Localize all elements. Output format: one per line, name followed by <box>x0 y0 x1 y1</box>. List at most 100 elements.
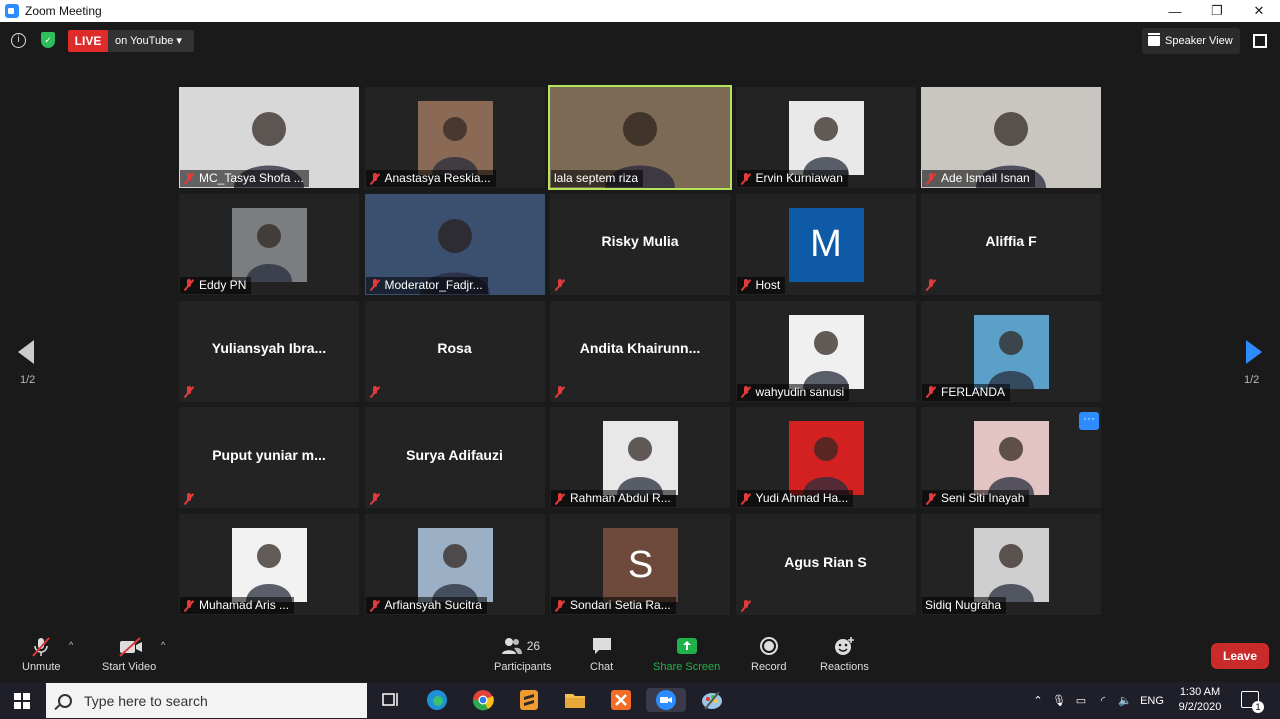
notifications-icon[interactable]: 1 <box>1241 691 1264 713</box>
participant-display-name: Seni Siti Inayah <box>941 491 1025 506</box>
participant-tile[interactable]: Arfiansyah Sucitra <box>364 514 545 615</box>
record-button[interactable]: Record <box>751 636 786 673</box>
participant-tile[interactable]: Aliffia F <box>921 193 1101 295</box>
encryption-shield-icon[interactable]: ✓ <box>41 32 55 48</box>
video-options-caret-icon[interactable]: ^ <box>161 640 165 650</box>
participant-tile[interactable]: Eddy PN <box>179 193 359 295</box>
record-icon <box>758 636 780 656</box>
participant-tile[interactable]: wahyudin sanusi <box>735 300 916 402</box>
muted-mic-icon <box>369 279 381 291</box>
participant-label: Host <box>736 276 786 294</box>
participant-tile[interactable]: Muhamad Aris ... <box>179 514 359 615</box>
participant-display-name: Anastasya Reskia... <box>384 171 491 185</box>
participant-label: Sidiq Nugraha <box>922 597 1007 614</box>
participant-tile[interactable]: Ervin Kurniawan <box>735 87 916 188</box>
participant-label: lala septem riza <box>551 170 644 187</box>
participant-tile[interactable]: Puput yuniar m... <box>179 407 359 509</box>
participant-label: FERLANDA <box>922 383 1011 401</box>
participant-label: Ervin Kurniawan <box>736 170 848 187</box>
chrome-browser-icon[interactable] <box>470 688 496 712</box>
paint-app-icon[interactable] <box>699 688 725 712</box>
participant-tile[interactable]: Agus Rian S <box>735 514 916 615</box>
minimize-button[interactable]: — <box>1154 0 1196 22</box>
muted-mic-icon <box>369 492 381 505</box>
muted-mic-icon <box>925 172 937 185</box>
windows-taskbar: Type here to search ⌃ 🎙 ▭ ◜ 🔈 ENG 1:30 A… <box>0 682 1280 719</box>
participant-tile[interactable]: Risky Mulia <box>550 193 730 295</box>
taskbar-search-input[interactable]: Type here to search <box>46 683 367 718</box>
participants-button[interactable]: 26 Participants <box>494 636 551 673</box>
start-video-button[interactable]: Start Video <box>102 636 156 673</box>
more-options-button[interactable]: ··· <box>1079 412 1099 431</box>
close-button[interactable]: ✕ <box>1238 0 1280 22</box>
search-placeholder: Type here to search <box>84 692 208 709</box>
wifi-icon[interactable]: ◜ <box>1092 694 1114 707</box>
participant-tile[interactable]: FERLANDA <box>921 300 1101 402</box>
speaker-view-label: Speaker View <box>1165 35 1233 47</box>
participant-tile[interactable]: Rosa <box>364 300 545 402</box>
xampp-icon[interactable] <box>608 688 634 712</box>
chat-icon <box>591 636 613 656</box>
participant-tile[interactable]: Andita Khairunn... <box>550 300 730 402</box>
participant-display-name: Muhamad Aris ... <box>199 598 290 612</box>
reactions-button[interactable]: Reactions <box>820 636 869 673</box>
fullscreen-icon[interactable] <box>1253 34 1267 48</box>
participant-tile[interactable]: Moderator_Fadjr... <box>364 193 545 295</box>
taskbar-clock[interactable]: 1:30 AM 9/2/2020 <box>1168 685 1232 715</box>
next-page-arrow-icon[interactable] <box>1246 340 1262 364</box>
participant-display-name: Eddy PN <box>199 277 247 292</box>
audio-options-caret-icon[interactable]: ^ <box>69 640 73 650</box>
participant-name: Yuliansyah Ibra... <box>211 340 327 356</box>
participant-tile[interactable]: Yuliansyah Ibra... <box>179 300 359 402</box>
participant-tile[interactable]: Rahman Abdul R... <box>550 407 730 509</box>
participant-label: Rahman Abdul R... <box>551 490 676 508</box>
participant-label: Ade Ismail Isnan <box>922 170 1035 187</box>
participant-tile[interactable]: Anastasya Reskia... <box>364 87 545 188</box>
maximize-button[interactable]: ❐ <box>1196 0 1238 22</box>
info-icon[interactable]: i <box>11 33 26 48</box>
participant-name: Andita Khairunn... <box>579 340 701 356</box>
participant-tile[interactable]: S Sondari Setia Ra... <box>550 514 730 615</box>
zoom-taskbar-icon[interactable] <box>646 688 686 712</box>
muted-mic-icon <box>740 492 752 505</box>
participant-label <box>737 597 757 614</box>
battery-icon[interactable]: ▭ <box>1070 694 1092 707</box>
participant-tile[interactable]: Yudi Ahmad Ha... <box>735 407 916 509</box>
live-badge[interactable]: LIVE <box>68 30 108 52</box>
live-destination-dropdown[interactable]: on YouTube ▾ <box>108 30 194 52</box>
leave-button[interactable]: Leave <box>1211 643 1269 669</box>
edge-browser-icon[interactable] <box>424 688 450 712</box>
share-screen-button[interactable]: Share Screen <box>653 636 720 673</box>
muted-mic-icon <box>554 279 566 291</box>
volume-icon[interactable]: 🔈 <box>1114 694 1136 707</box>
language-indicator[interactable]: ENG <box>1136 695 1168 707</box>
tray-mic-icon[interactable]: 🎙 <box>1048 694 1070 707</box>
participant-avatar <box>417 101 493 175</box>
muted-mic-icon <box>183 279 195 291</box>
windows-start-icon[interactable] <box>14 693 30 709</box>
tray-expand-chevron-icon[interactable]: ⌃ <box>1028 694 1048 707</box>
participant-tile[interactable]: M Host <box>735 193 916 295</box>
speaker-view-button[interactable]: Speaker View <box>1142 28 1240 54</box>
participant-name: Puput yuniar m... <box>212 446 326 463</box>
task-view-icon[interactable] <box>378 688 404 712</box>
participant-tile[interactable]: ··· Seni Siti Inayah <box>921 407 1101 509</box>
file-explorer-icon[interactable] <box>562 688 588 712</box>
participant-label <box>922 277 942 294</box>
chat-label: Chat <box>590 661 614 673</box>
participant-tile[interactable]: Ade Ismail Isnan <box>921 87 1101 188</box>
participant-tile[interactable]: Sidiq Nugraha <box>921 514 1101 615</box>
participant-label: Muhamad Aris ... <box>180 597 295 614</box>
participant-tile[interactable]: lala septem riza <box>548 85 732 190</box>
chat-button[interactable]: Chat <box>590 636 613 673</box>
speaker-view-icon <box>1148 33 1160 46</box>
sublime-text-icon[interactable] <box>516 688 542 712</box>
participant-name: Surya Adifauzi <box>406 446 503 463</box>
participant-tile[interactable]: Surya Adifauzi <box>364 407 545 509</box>
previous-page-arrow-icon[interactable] <box>18 340 34 364</box>
unmute-button[interactable]: Unmute <box>22 636 61 673</box>
participant-tile[interactable]: MC_Tasya Shofa ... <box>179 87 359 188</box>
participant-display-name: lala septem riza <box>554 171 639 185</box>
muted-mic-icon <box>369 386 381 398</box>
muted-mic-icon <box>740 172 752 185</box>
